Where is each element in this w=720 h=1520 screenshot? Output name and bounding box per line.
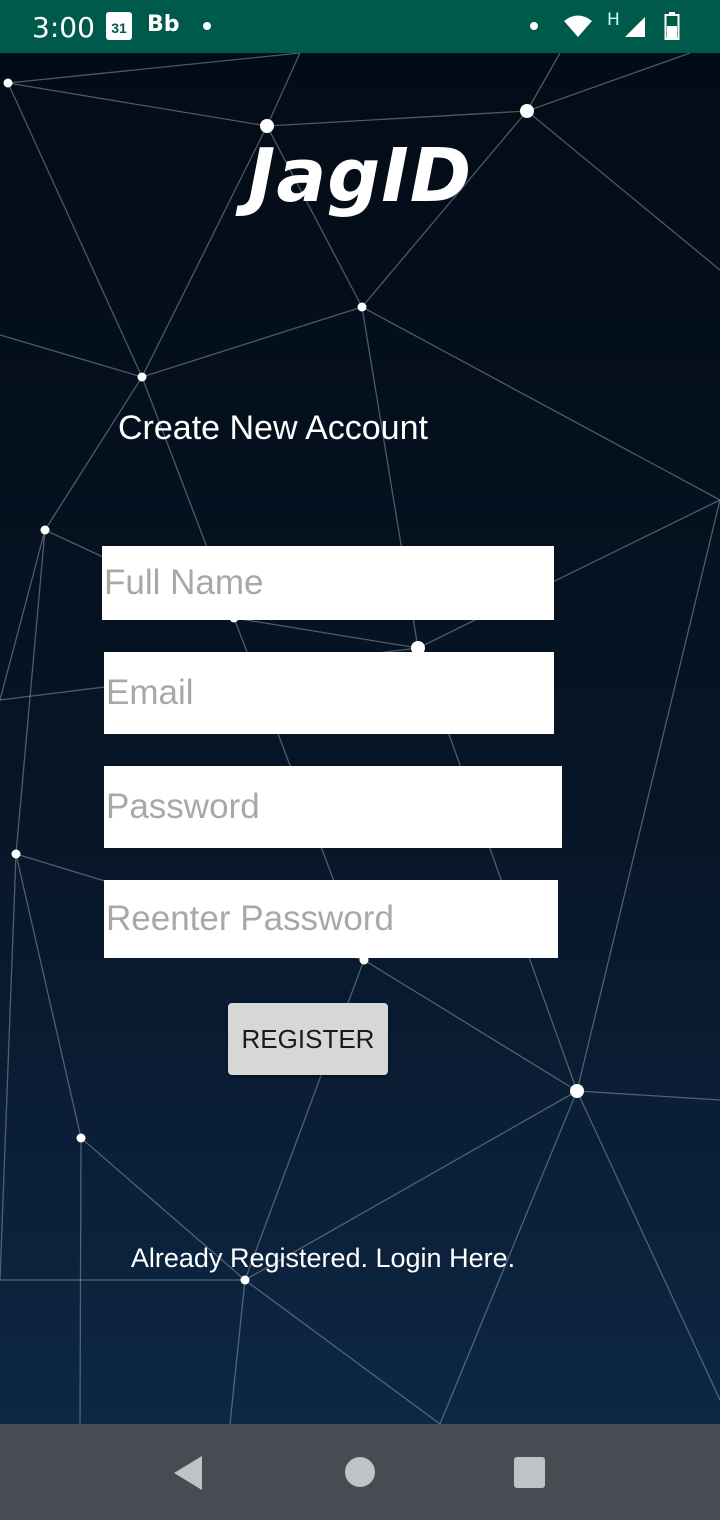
network-line	[576, 499, 720, 1092]
network-node	[11, 849, 21, 859]
page-title: Create New Account	[118, 409, 428, 447]
network-line	[0, 529, 46, 701]
network-node	[137, 372, 147, 382]
full-name-input[interactable]	[102, 546, 554, 620]
network-node	[520, 104, 534, 118]
cell-signal-icon	[625, 17, 645, 37]
home-icon[interactable]	[345, 1457, 375, 1487]
network-line	[266, 53, 301, 127]
app-logo: JagID	[247, 133, 473, 219]
network-node	[357, 302, 367, 312]
network-line	[526, 53, 561, 112]
wifi-icon	[564, 15, 592, 37]
network-line	[141, 306, 363, 378]
network-node	[260, 119, 274, 133]
status-bar: 3:00 31 Bb H	[0, 0, 720, 53]
network-line	[576, 1090, 720, 1101]
network-line	[361, 306, 720, 501]
recents-icon[interactable]	[514, 1457, 545, 1488]
network-node	[570, 1084, 584, 1098]
email-input[interactable]	[104, 652, 554, 734]
password-input[interactable]	[104, 766, 562, 848]
login-link[interactable]: Already Registered. Login Here.	[0, 1243, 646, 1274]
network-line	[7, 53, 301, 84]
blackboard-icon: Bb	[147, 12, 180, 37]
network-type-label: H	[607, 10, 620, 30]
network-line	[15, 853, 82, 1139]
network-line	[7, 82, 143, 378]
network-line	[363, 959, 578, 1092]
battery-icon	[664, 12, 680, 40]
network-node	[40, 525, 50, 535]
network-line	[244, 1279, 441, 1424]
notification-dot-icon	[203, 22, 211, 30]
network-node	[3, 78, 13, 88]
network-line	[0, 853, 17, 1281]
network-background	[0, 53, 720, 1424]
network-line	[229, 1279, 246, 1424]
back-icon[interactable]	[174, 1456, 202, 1490]
network-pattern-graphic	[0, 53, 720, 1424]
reenter-password-input[interactable]	[104, 880, 558, 958]
calendar-icon: 31	[106, 12, 132, 40]
network-line	[233, 617, 419, 649]
navigation-bar	[0, 1424, 720, 1520]
network-line	[79, 1137, 82, 1424]
network-node	[76, 1133, 86, 1143]
register-button[interactable]: REGISTER	[228, 1003, 388, 1075]
network-line	[0, 334, 143, 378]
network-line	[266, 110, 528, 127]
status-time: 3:00	[32, 11, 95, 44]
network-line	[526, 53, 691, 112]
notification-dot-icon	[530, 22, 538, 30]
network-line	[44, 376, 143, 531]
network-node	[240, 1275, 250, 1285]
network-line	[7, 82, 268, 127]
network-line	[15, 529, 46, 855]
